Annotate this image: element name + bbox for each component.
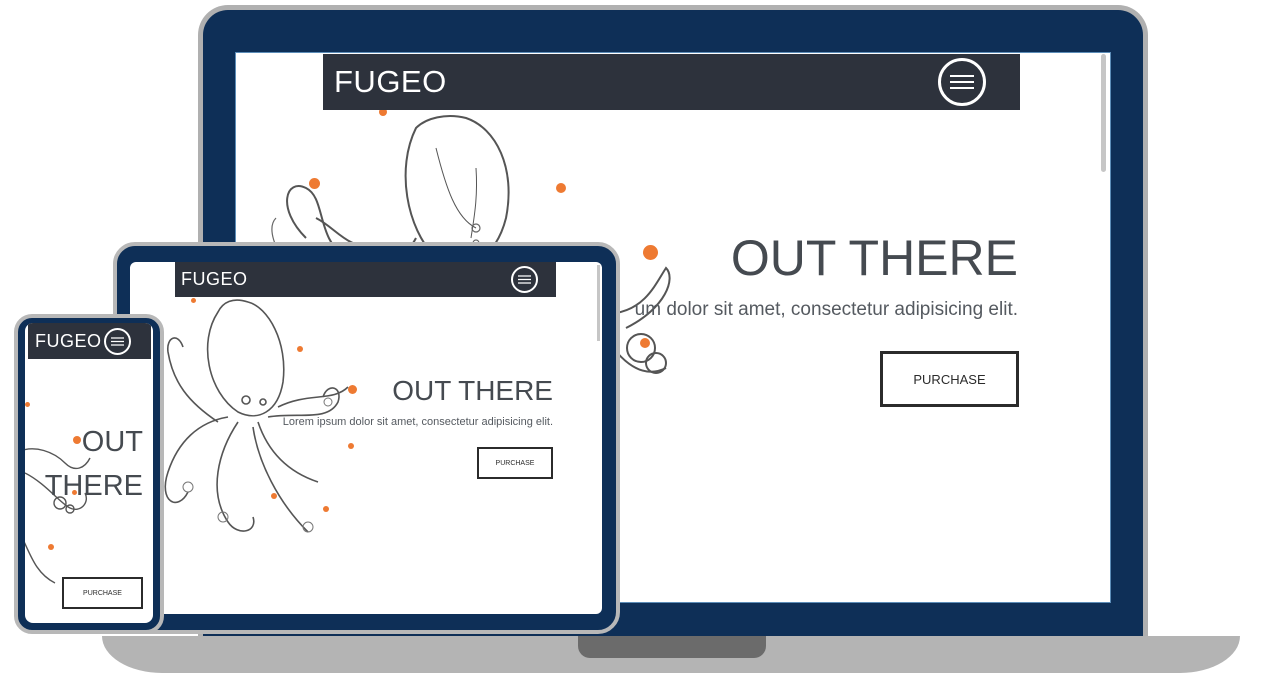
tablet-navbar: FUGEO — [175, 262, 556, 297]
purchase-button[interactable]: PURCHASE — [880, 351, 1019, 407]
accent-dot — [640, 338, 650, 348]
accent-dot — [348, 443, 354, 449]
hero-title: OUT THERE — [730, 230, 1018, 286]
phone-navbar: FUGEO — [28, 323, 151, 359]
hero-title-line-2: THERE — [44, 470, 143, 502]
hero-subtitle: Lorem ipsum dolor sit amet, consectetur … — [282, 416, 553, 428]
accent-dot — [48, 544, 54, 550]
accent-dot — [643, 245, 658, 260]
hero-subtitle: um dolor sit amet, consectetur adipisici… — [634, 299, 1018, 320]
brand-logo[interactable]: FUGEO — [181, 269, 248, 290]
accent-dot — [323, 506, 329, 512]
hamburger-menu-button[interactable] — [104, 327, 131, 355]
tablet-screen: FUGEO OUT THERE Lorem ipsum dolor sit am… — [130, 262, 602, 614]
hamburger-menu-button[interactable] — [938, 58, 986, 106]
device-mockup-stage: FUGEO OUT THERE um dolor sit amet, conse… — [0, 0, 1264, 673]
accent-dot — [556, 183, 566, 193]
hamburger-menu-icon — [111, 336, 124, 346]
accent-dot — [25, 402, 30, 407]
hero-title-line-1: OUT — [81, 426, 143, 458]
laptop-scrollbar[interactable] — [1101, 54, 1106, 172]
laptop-navbar: FUGEO — [323, 54, 1020, 110]
accent-dot — [191, 298, 196, 303]
hero-title: OUT THERE — [392, 375, 553, 406]
purchase-button[interactable]: PURCHASE — [477, 447, 553, 479]
hamburger-menu-icon — [950, 75, 974, 89]
accent-dot — [73, 436, 81, 444]
phone-screen: FUGEO OUT THERE PURCHASE — [25, 323, 153, 623]
accent-dot — [348, 385, 357, 394]
accent-dot — [271, 493, 277, 499]
laptop-notch — [578, 636, 766, 658]
purchase-button[interactable]: PURCHASE — [62, 577, 143, 609]
brand-logo[interactable]: FUGEO — [35, 331, 102, 352]
hamburger-menu-icon — [518, 275, 531, 284]
hamburger-menu-button[interactable] — [511, 266, 538, 293]
brand-logo[interactable]: FUGEO — [334, 64, 447, 100]
accent-dot — [309, 178, 320, 189]
accent-dot — [297, 346, 303, 352]
tablet-scrollbar[interactable] — [597, 265, 600, 341]
